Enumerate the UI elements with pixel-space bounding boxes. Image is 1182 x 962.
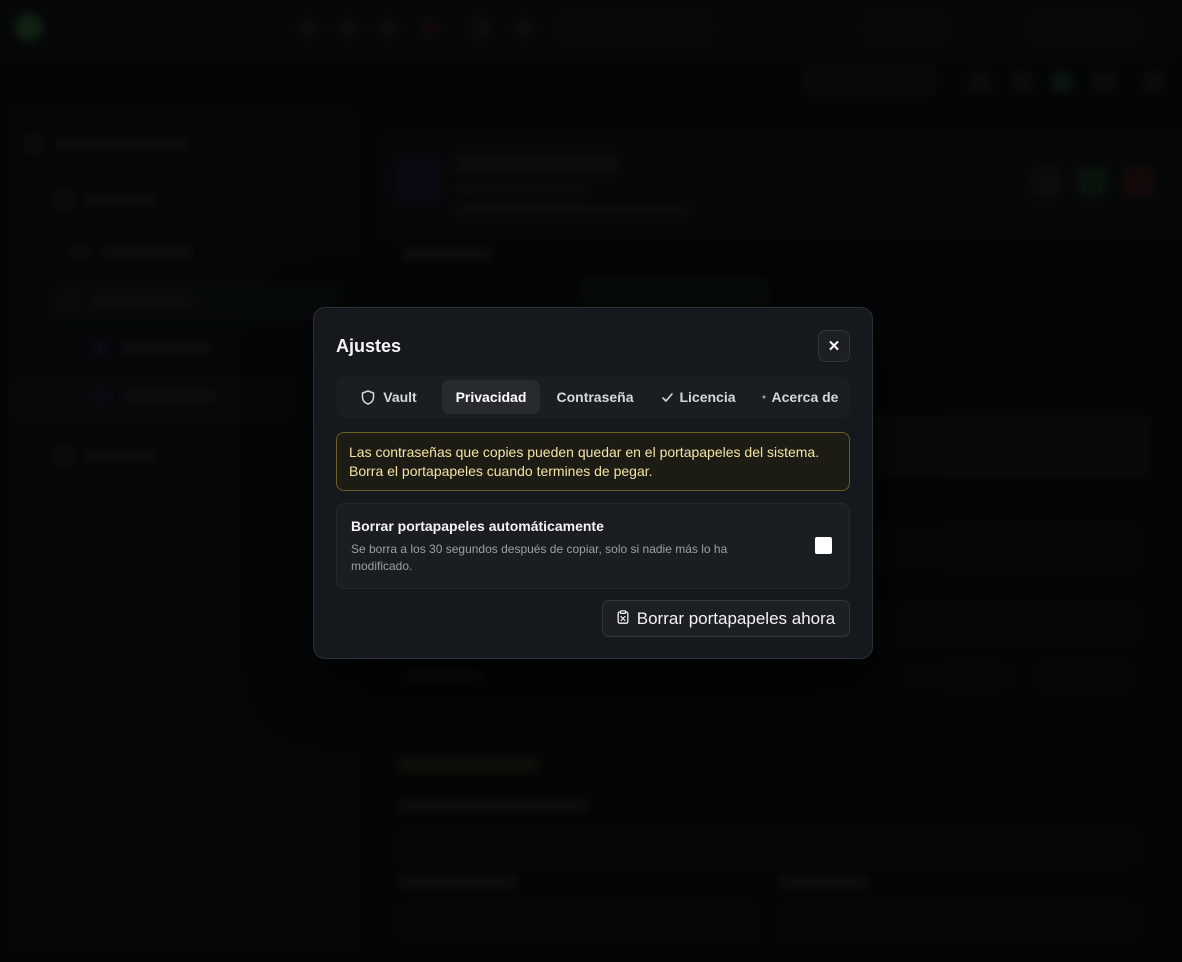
shield-icon [361,389,375,405]
tab-vault[interactable]: Vault [340,380,438,414]
tab-licencia[interactable]: Licencia [650,380,748,414]
auto-clear-checkbox[interactable] [815,537,832,554]
dot-icon [762,395,766,399]
option-title: Borrar portapapeles automáticamente [351,518,604,534]
clipboard-warning: Las contraseñas que copies pueden quedar… [336,432,850,491]
tab-label: Vault [383,389,417,405]
tab-contrasena[interactable]: Contraseña [544,380,646,414]
option-description: Se borra a los 30 segundos después de co… [351,542,728,573]
tab-privacidad[interactable]: Privacidad [442,380,540,414]
warning-line: Las contraseñas que copies pueden quedar… [349,444,820,460]
tab-label: Licencia [679,389,736,405]
modal-title: Ajustes [336,336,402,356]
clear-clipboard-button[interactable]: Borrar portapapeles ahora [602,600,850,637]
check-icon [662,392,674,402]
settings-tabs: Vault Privacidad Contraseña Licencia Ace… [336,376,850,418]
tab-label: Acerca de [771,389,839,405]
close-button[interactable]: ✕ [818,330,850,362]
tab-acerca-de[interactable]: Acerca de [752,380,848,414]
button-label: Borrar portapapeles ahora [636,608,836,628]
auto-clear-option: Borrar portapapeles automáticamente Se b… [336,503,850,589]
warning-line: Borra el portapapeles cuando termines de… [349,463,653,479]
tab-label: Contraseña [556,389,634,405]
clipboard-x-icon [617,609,629,629]
close-icon: ✕ [827,338,841,355]
tab-label: Privacidad [455,389,527,405]
settings-modal: Ajustes ✕ Vault Privacidad Contraseña Li… [313,307,873,659]
